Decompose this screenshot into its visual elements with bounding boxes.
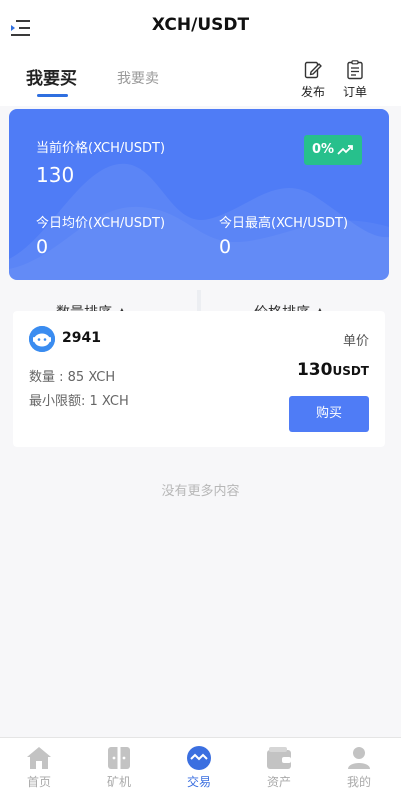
trending-up-icon	[337, 145, 353, 155]
orders-label: 订单	[342, 85, 367, 99]
header: XCH/USDT	[0, 0, 401, 54]
unit-price-label: 单价	[342, 334, 369, 349]
page: XCH/USDT 我要买 我要卖 发布 订单 当前价格(XCH/USDT) 13…	[0, 0, 401, 797]
change-value: 0%	[312, 142, 335, 157]
tab-sell[interactable]: 我要卖	[117, 68, 159, 88]
order-price: 130USDT	[297, 360, 369, 380]
avg-price-label: 今日均价(XCH/USDT)	[36, 216, 166, 231]
change-badge: 0%	[304, 135, 362, 165]
orders-button[interactable]: 订单	[340, 60, 370, 100]
current-price-value: 130	[36, 163, 75, 187]
home-icon	[27, 747, 51, 769]
avg-price-value: 0	[36, 236, 49, 258]
clipboard-icon	[347, 60, 363, 80]
nav-item-trade[interactable]: 交易	[171, 746, 227, 790]
nav-item-profile[interactable]: 我的	[331, 746, 387, 790]
sort-divider	[197, 290, 201, 312]
nav-label: 交易	[186, 775, 211, 789]
page-title: XCH/USDT	[151, 15, 250, 35]
robot-avatar-icon	[29, 326, 55, 352]
trade-icon	[187, 746, 211, 770]
min-limit-text: 最小限额: 1 XCH	[29, 394, 129, 409]
buy-button[interactable]: 购买	[289, 396, 369, 432]
nav-item-home[interactable]: 首页	[11, 746, 67, 790]
no-more-text: 没有更多内容	[161, 484, 240, 499]
price-card: 当前价格(XCH/USDT) 130 0% 今日均价(XCH/USDT) 0 今…	[9, 109, 389, 280]
nav-item-miner[interactable]: 矿机	[91, 746, 147, 790]
trade-tabs: 我要买 我要卖 发布 订单	[0, 54, 401, 106]
edit-icon	[304, 61, 322, 79]
quantity-text: 数量 : 85 XCH	[29, 370, 116, 385]
tab-buy[interactable]: 我要买	[26, 64, 77, 89]
order-price-currency: USDT	[332, 364, 369, 378]
nav-label: 我的	[346, 775, 371, 789]
order-price-value: 130	[296, 360, 333, 380]
nav-label: 首页	[26, 775, 51, 789]
user-icon	[348, 747, 370, 769]
order-card: 2941 单价 数量 : 85 XCH 最小限额: 1 XCH 130USDT …	[13, 311, 385, 447]
merchant-name: 2941	[62, 330, 101, 346]
publish-label: 发布	[300, 85, 325, 99]
nav-label: 资产	[266, 775, 291, 789]
nav-item-assets[interactable]: 资产	[251, 746, 307, 790]
sort-bar: 数量排序 ▲ 价格排序 ▲	[0, 290, 401, 312]
miner-icon	[108, 747, 130, 769]
high-price-value: 0	[219, 236, 232, 258]
bottom-nav: 首页 矿机 交易 资产 我的	[0, 737, 401, 797]
nav-label: 矿机	[106, 775, 131, 789]
publish-button[interactable]: 发布	[298, 60, 328, 100]
current-price-label: 当前价格(XCH/USDT)	[36, 141, 166, 156]
wallet-icon	[267, 747, 291, 769]
avatar	[29, 326, 55, 352]
high-price-label: 今日最高(XCH/USDT)	[219, 216, 349, 231]
tab-active-indicator	[37, 94, 68, 97]
